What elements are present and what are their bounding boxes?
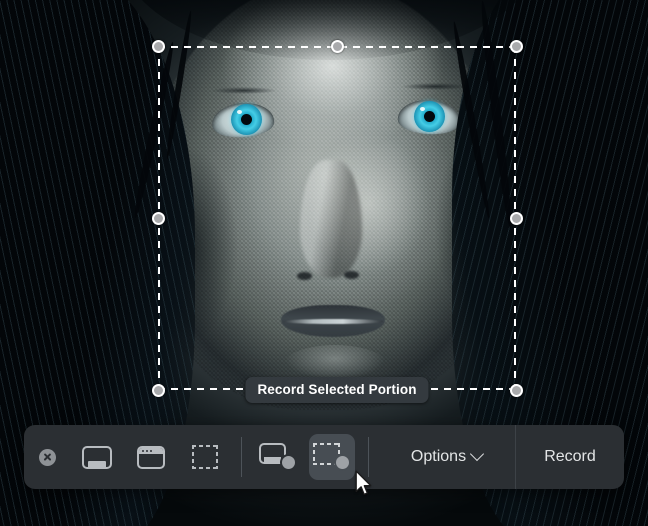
resize-handle-bottom-right[interactable] — [509, 383, 523, 397]
screen-icon — [82, 445, 112, 469]
window-titlebar-glyph — [139, 447, 163, 454]
screenshot-toolbar: Options Record — [24, 425, 624, 489]
record-entire-screen-button[interactable] — [255, 434, 301, 480]
record-selected-portion-button[interactable] — [309, 434, 355, 480]
capture-selected-portion-button[interactable] — [182, 434, 228, 480]
screen-capture-overlay: Record Selected Portion Options Record — [0, 0, 648, 526]
close-icon — [38, 448, 56, 466]
record-dot-glyph — [334, 454, 351, 471]
resize-handle-bottom-left[interactable] — [151, 383, 165, 397]
window-dot — [150, 449, 152, 452]
window-dot — [146, 449, 148, 452]
resize-handle-top-right[interactable] — [509, 39, 523, 53]
resize-handle-middle-left[interactable] — [151, 211, 165, 225]
record-label: Record — [544, 448, 596, 465]
dashed-selection-icon — [191, 445, 219, 469]
record-dot-glyph — [280, 454, 297, 471]
selection-rectangle[interactable]: Record Selected Portion — [151, 39, 523, 403]
record-button-group — [251, 434, 359, 480]
options-label: Options — [410, 448, 467, 465]
resize-handle-middle-right[interactable] — [509, 211, 523, 225]
screen-record-icon — [259, 443, 297, 471]
selection-record-icon — [313, 443, 351, 471]
resize-handle-top-center[interactable] — [330, 39, 344, 53]
record-button[interactable]: Record — [516, 425, 624, 489]
close-toolbar-button[interactable] — [24, 448, 70, 466]
options-button[interactable]: Options — [378, 425, 515, 489]
selection-mode-label: Record Selected Portion — [245, 377, 429, 403]
toolbar-separator-1 — [241, 437, 242, 477]
capture-entire-screen-button[interactable] — [74, 434, 120, 480]
window-dot — [142, 449, 144, 452]
capture-selected-window-button[interactable] — [128, 434, 174, 480]
window-icon — [137, 445, 165, 469]
chevron-down-icon — [469, 446, 485, 462]
resize-handle-top-left[interactable] — [151, 39, 165, 53]
capture-button-group — [70, 434, 232, 480]
toolbar-separator-2 — [368, 437, 369, 477]
